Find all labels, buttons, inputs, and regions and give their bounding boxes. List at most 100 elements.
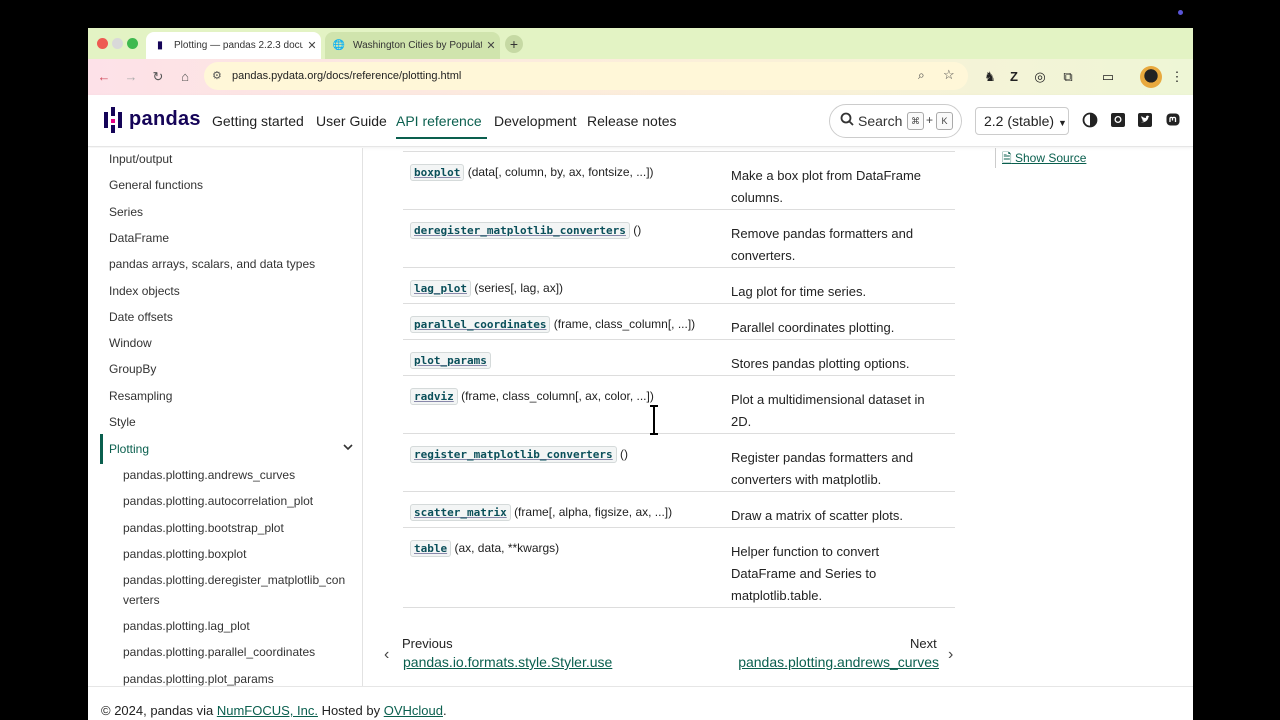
nav-user-guide[interactable]: User Guide [316,113,387,129]
theme-toggle-icon[interactable] [1082,112,1098,128]
sidebar-subitem-bootstrap-plot[interactable]: pandas.plotting.bootstrap_plot [123,521,284,535]
row-signature: lag_plot (series[, lag, ax]) [410,280,563,297]
api-link-plot-params[interactable]: plot_params [410,352,491,369]
nav-development[interactable]: Development [494,113,577,129]
sidebar-subitem-parallel-coordinates[interactable]: pandas.plotting.parallel_coordinates [123,645,315,659]
profile-avatar[interactable] [1140,66,1162,88]
sidebar-subitem-autocorrelation-plot[interactable]: pandas.plotting.autocorrelation_plot [123,494,313,508]
minimize-window-button[interactable] [112,38,123,49]
sidebar-item-groupby[interactable]: GroupBy [109,362,156,376]
api-link-radviz[interactable]: radviz [410,388,458,405]
sidebar-item-resampling[interactable]: Resampling [109,389,172,403]
address-bar[interactable]: ⚙ pandas.pydata.org/docs/reference/plott… [204,62,968,90]
main-content: boxplot (data[, column, by, ax, fontsize… [364,148,994,688]
sidebar-subitem-boxplot[interactable]: pandas.plotting.boxplot [123,547,246,561]
sidebar-item-input-output[interactable]: Input/output [109,152,172,166]
puzzle-icon[interactable]: ⧉ [1059,68,1077,86]
sidebar-subitem-andrews-curves[interactable]: pandas.plotting.andrews_curves [123,468,295,482]
nav-getting-started[interactable]: Getting started [212,113,304,129]
tab-plotting[interactable]: ▮ Plotting — pandas 2.2.3 docu ✕ [146,32,321,59]
secondary-rule [995,148,996,168]
row-description: Plot a multidimensional dataset in 2D. [731,389,941,433]
table-row: radviz (frame, class_column[, ax, color,… [403,376,955,434]
row-signature: boxplot (data[, column, by, ax, fontsize… [410,164,654,181]
sidebar-item-plotting[interactable]: Plotting [109,442,149,456]
chevron-down-icon[interactable] [342,441,354,453]
close-tab-icon[interactable]: ✕ [482,39,500,52]
sidebar-subitem-lag-plot[interactable]: pandas.plotting.lag_plot [123,619,250,633]
maximize-window-button[interactable] [127,38,138,49]
api-link-parallel-coordinates[interactable]: parallel_coordinates [410,316,551,333]
desc-line: Lag plot for time series. [731,284,867,299]
sidebar-item-date-offsets[interactable]: Date offsets [109,310,173,324]
url-text: pandas.pydata.org/docs/reference/plottin… [232,70,462,82]
search-button[interactable]: Search ⌘ + K [829,104,962,138]
sidebar-item-window[interactable]: Window [109,336,152,350]
new-tab-button[interactable]: + [505,35,523,53]
ovhcloud-link[interactable]: OVHcloud [384,703,443,718]
extension-icon[interactable]: ♞ [981,68,999,86]
site-info-icon[interactable]: ⚙ [212,69,222,82]
tab-search-icon[interactable]: ▭ [1099,68,1117,86]
chevron-right-icon[interactable]: › [948,646,953,664]
row-args: () [633,223,642,237]
next-page-link[interactable]: pandas.plotting.andrews_curves [714,654,939,670]
row-signature: register_matplotlib_converters () [410,446,629,463]
back-arrow-icon[interactable]: ← [94,67,114,87]
close-window-button[interactable] [97,38,108,49]
chat-extension-icon[interactable]: ◎ [1031,68,1049,86]
row-signature: parallel_coordinates (frame, class_colum… [410,316,695,333]
more-menu-icon[interactable]: ⋮ [1168,68,1186,86]
api-link-lag-plot[interactable]: lag_plot [410,280,471,297]
table-row: register_matplotlib_converters () Regist… [403,434,955,492]
zoom-icon[interactable]: ⌕ [918,68,925,83]
browser-window: ▮ Plotting — pandas 2.2.3 docu ✕ 🌐 Washi… [88,28,1193,720]
nav-api-reference[interactable]: API reference [396,113,482,129]
sidebar-item-general-functions[interactable]: General functions [109,178,203,192]
row-args: (frame[, alpha, figsize, ax, ...]) [514,505,673,519]
text-cursor-icon [650,405,658,435]
chevron-left-icon[interactable]: ‹ [384,646,389,664]
prev-page-link[interactable]: pandas.io.formats.style.Styler.use [403,654,612,670]
api-link-register-matplotlib-converters[interactable]: register_matplotlib_converters [410,446,617,463]
desc-line: Draw a matrix of scatter plots. [731,508,903,523]
sidebar-item-arrays-scalars[interactable]: pandas arrays, scalars, and data types [109,257,315,271]
twitter-icon[interactable] [1137,112,1153,128]
api-link-deregister-matplotlib-converters[interactable]: deregister_matplotlib_converters [410,222,630,239]
file-icon: 🗎 [1002,151,1012,165]
row-description: Stores pandas plotting options. [731,353,941,375]
api-link-scatter-matrix[interactable]: scatter_matrix [410,504,511,521]
tab-washington-cities[interactable]: 🌐 Washington Cities by Populati ✕ [325,32,500,59]
reload-icon[interactable]: ↻ [148,67,168,87]
sidebar-item-style[interactable]: Style [109,415,136,429]
forward-arrow-icon[interactable]: → [121,67,141,87]
close-tab-icon[interactable]: ✕ [303,39,321,52]
sidebar-subitem-plot-params[interactable]: pandas.plotting.plot_params [123,672,274,686]
nav-release-notes[interactable]: Release notes [587,113,677,129]
logo-text[interactable]: pandas [129,108,201,131]
sidebar-subitem-deregister-line-2[interactable]: verters [123,593,160,607]
sidebar-subitem-deregister-line-1[interactable]: pandas.plotting.deregister_matplotlib_co… [123,573,345,587]
api-link-table[interactable]: table [410,540,452,557]
sidebar-item-index-objects[interactable]: Index objects [109,284,180,298]
sidebar-item-series[interactable]: Series [109,205,143,219]
row-args: () [620,447,629,461]
mastodon-icon[interactable] [1165,112,1181,128]
home-icon[interactable]: ⌂ [175,67,195,87]
pandas-favicon-icon: ▮ [157,40,163,51]
github-icon[interactable] [1110,112,1126,128]
bookmark-star-icon[interactable]: ☆ [943,67,955,83]
tab-title: Plotting — pandas 2.2.3 docu [174,40,303,51]
api-link-boxplot[interactable]: boxplot [410,164,465,181]
version-switcher[interactable]: 2.2 (stable) ▼ [975,107,1069,135]
sidebar-item-dataframe[interactable]: DataFrame [109,231,169,245]
row-signature: table (ax, data, **kwargs) [410,540,559,557]
desc-line: Remove pandas formatters and [731,226,914,241]
row-args: (data[, column, by, ax, fontsize, ...]) [467,165,654,179]
zotero-icon[interactable]: Z [1005,68,1023,86]
numfocus-link[interactable]: NumFOCUS, Inc. [217,703,318,718]
table-row: table (ax, data, **kwargs) Helper functi… [403,528,955,608]
table-row: scatter_matrix (frame[, alpha, figsize, … [403,492,955,528]
pandas-logo-icon[interactable] [104,107,122,133]
show-source-link[interactable]: 🗎 Show Source [1002,149,1086,170]
